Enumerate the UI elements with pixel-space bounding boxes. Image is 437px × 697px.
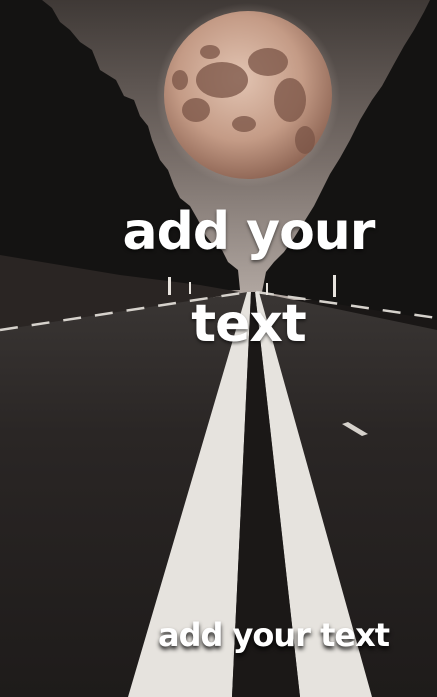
headline-line-2[interactable]: text [0, 298, 437, 350]
poster-canvas: add your text add your text [0, 0, 437, 697]
subline-text[interactable]: add your text [158, 619, 418, 651]
moon [164, 11, 332, 179]
headline-line-1[interactable]: add your [0, 206, 437, 258]
